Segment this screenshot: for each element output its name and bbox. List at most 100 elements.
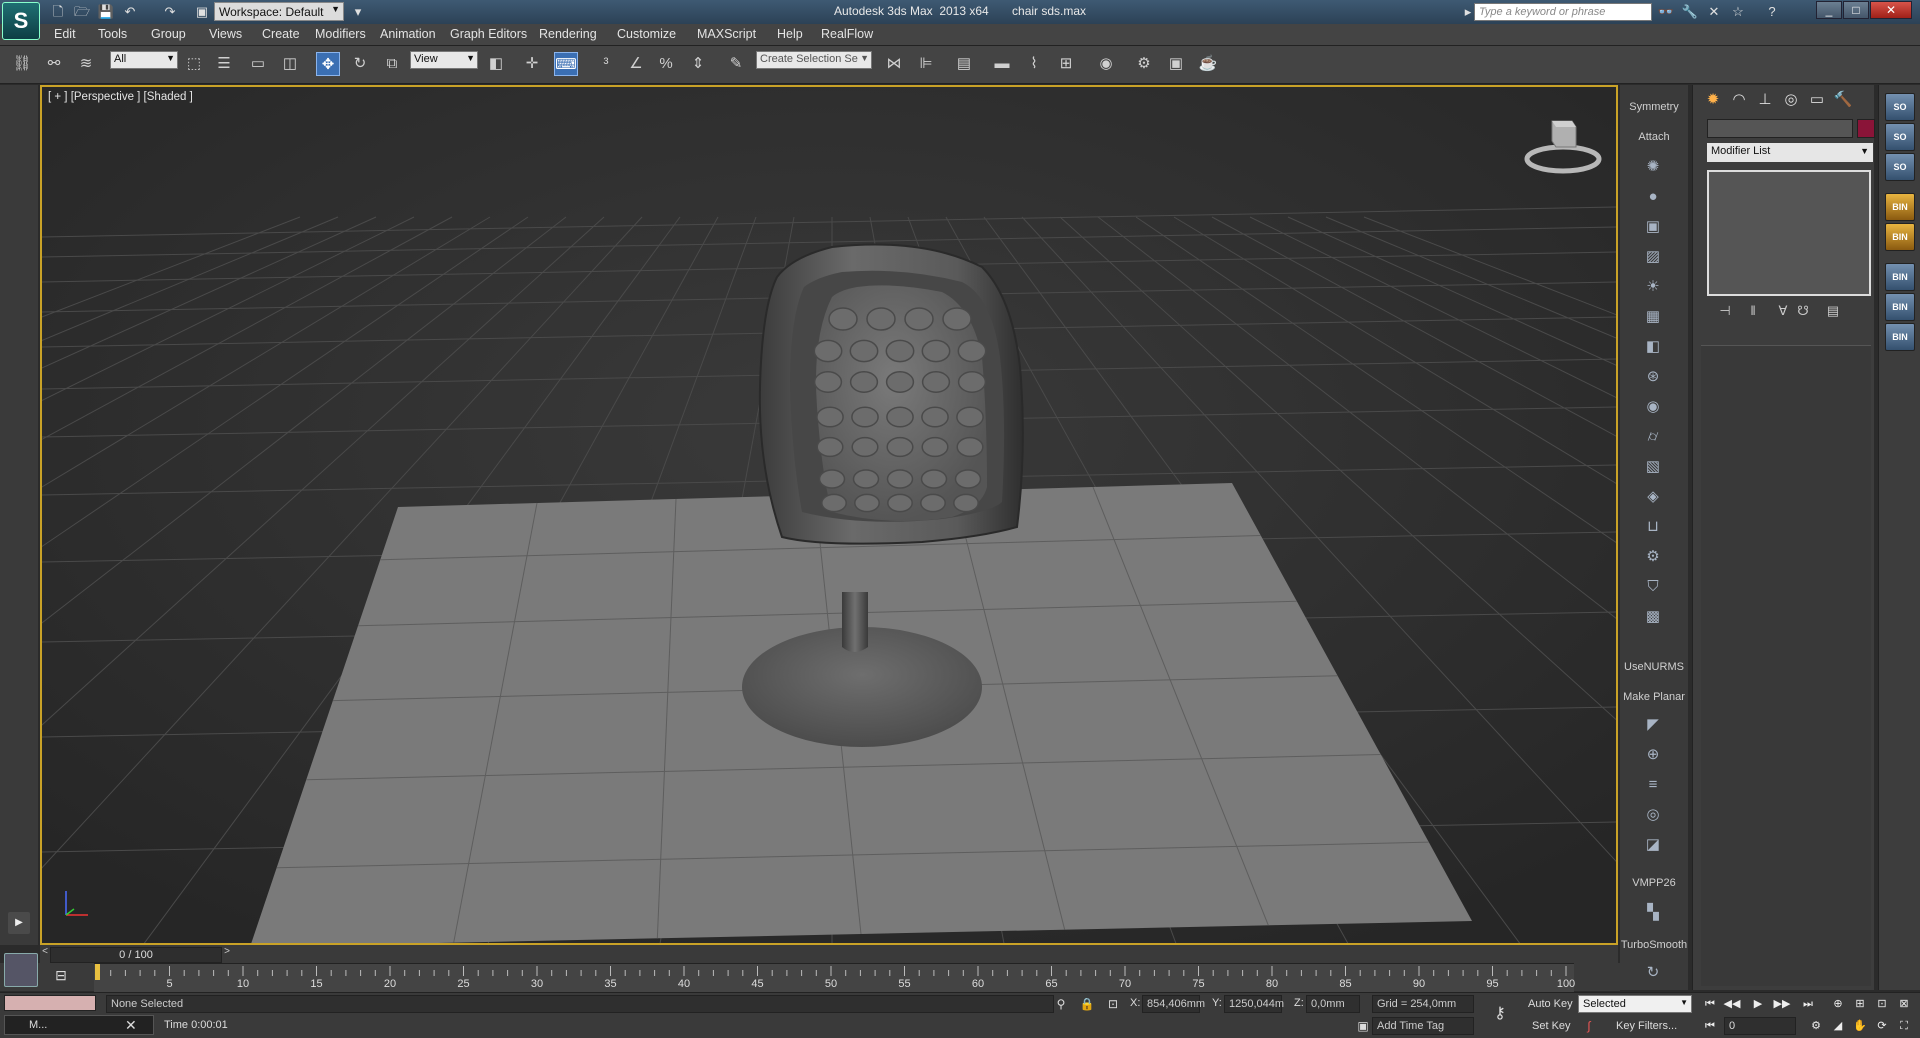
previous-frame-icon[interactable]: ◀◀ bbox=[1722, 995, 1742, 1013]
cube-icon[interactable]: ◧ bbox=[1642, 337, 1664, 357]
render-production-icon[interactable]: ☕ bbox=[1196, 52, 1220, 76]
make-planar-button[interactable]: Make Planar bbox=[1620, 691, 1688, 703]
maximize-viewport-icon[interactable]: ⛶ bbox=[1894, 1017, 1914, 1035]
object-name-field[interactable] bbox=[1707, 119, 1853, 138]
favorites-star-icon[interactable]: ☆ bbox=[1728, 3, 1748, 21]
light-bulb-icon[interactable]: ☀ bbox=[1642, 277, 1664, 297]
x-coordinate-field[interactable]: 854,406mm bbox=[1142, 995, 1205, 1013]
time-slider[interactable]: < 0 / 100 > bbox=[40, 945, 1618, 963]
shapes-icon[interactable]: ◈ bbox=[1642, 487, 1664, 507]
key-mode-dropdown[interactable]: Selected ▼ bbox=[1578, 995, 1692, 1013]
configure-modifier-sets-icon[interactable]: ▤ bbox=[1823, 303, 1843, 321]
menu-customize[interactable]: Customize bbox=[617, 27, 676, 41]
globe-icon[interactable]: ⊕ bbox=[1642, 745, 1664, 765]
track-timeline[interactable]: 5 10 15 20 25 30 35 40 45 50 55 60 65 70 75 80 85 90 95 100 bbox=[94, 963, 1575, 992]
object-color-swatch[interactable] bbox=[1857, 119, 1875, 138]
play-icon[interactable]: ▶ bbox=[1748, 995, 1768, 1013]
time-tag-icon[interactable]: ▣ bbox=[1354, 1017, 1372, 1035]
sphere-outline-icon[interactable]: ◎ bbox=[1642, 805, 1664, 825]
workspace-dropdown[interactable]: Workspace: Default ▼ bbox=[214, 2, 344, 21]
keyboard-shortcut-override-icon[interactable]: ⌨ bbox=[554, 52, 578, 76]
add-time-tag-button[interactable]: Add Time Tag bbox=[1372, 1017, 1474, 1035]
motion-tab-icon[interactable]: ◎ bbox=[1779, 89, 1803, 111]
curve-editor-icon[interactable]: ⌇ bbox=[1022, 52, 1046, 76]
goto-end-icon[interactable]: ⏭ bbox=[1798, 995, 1818, 1013]
set-key-curve-icon[interactable]: ∫ bbox=[1580, 1017, 1598, 1035]
communication-icon[interactable]: ✕ bbox=[1704, 3, 1724, 21]
field-of-view-icon[interactable]: ◢ bbox=[1828, 1017, 1848, 1035]
vmpp26-button[interactable]: VMPP26 bbox=[1620, 877, 1688, 889]
select-move-icon[interactable]: ✥ bbox=[316, 52, 340, 76]
script-icon-1[interactable]: SO bbox=[1885, 93, 1915, 121]
material-editor-icon[interactable]: ◉ bbox=[1094, 52, 1118, 76]
app-logo-button[interactable]: S bbox=[2, 2, 40, 40]
time-slider-thumb[interactable]: 0 / 100 bbox=[50, 947, 222, 963]
render-setup-icon[interactable]: ⚙ bbox=[1132, 52, 1156, 76]
z-coordinate-field[interactable]: 0,0mm bbox=[1306, 995, 1360, 1013]
viewport-expand-button[interactable]: ▶ bbox=[8, 912, 30, 934]
reference-coord-dropdown[interactable]: View ▼ bbox=[410, 51, 478, 69]
current-frame-field[interactable]: 0 bbox=[1724, 1017, 1796, 1035]
select-scale-icon[interactable]: ⧉ bbox=[380, 52, 404, 76]
window-crossing-icon[interactable]: ◫ bbox=[278, 52, 302, 76]
gear-icon[interactable]: ⚙ bbox=[1642, 547, 1664, 567]
mirror-icon[interactable]: ⋈ bbox=[882, 52, 906, 76]
select-rotate-icon[interactable]: ↻ bbox=[348, 52, 372, 76]
current-frame-marker[interactable] bbox=[95, 964, 100, 980]
select-manipulate-icon[interactable]: ✛ bbox=[520, 52, 544, 76]
maximize-button[interactable]: □ bbox=[1843, 1, 1869, 19]
menu-animation[interactable]: Animation bbox=[380, 27, 436, 41]
modify-tab-icon[interactable]: ◠ bbox=[1727, 89, 1751, 111]
symmetry-button[interactable]: Symmetry bbox=[1620, 101, 1688, 113]
script-icon-3[interactable]: SO bbox=[1885, 153, 1915, 181]
grid-plane-icon[interactable]: ▦ bbox=[1642, 307, 1664, 327]
bin-icon-5[interactable]: BIN bbox=[1885, 323, 1915, 351]
pin-stack-icon[interactable]: ⊣ bbox=[1715, 303, 1735, 321]
viewport-label[interactable]: [ + ] [Perspective ] [Shaded ] bbox=[48, 91, 193, 103]
mini-curve-editor-button[interactable] bbox=[4, 953, 38, 987]
utilities-tab-icon[interactable]: 🔨 bbox=[1831, 89, 1855, 111]
time-slider-next-icon[interactable]: > bbox=[222, 946, 232, 962]
close-icon[interactable]: ✕ bbox=[125, 1017, 137, 1034]
selection-lock-icon[interactable]: 🔒 bbox=[1078, 995, 1096, 1013]
save-file-icon[interactable]: 💾 bbox=[96, 3, 116, 21]
script-icon-2[interactable]: SO bbox=[1885, 123, 1915, 151]
turbosmooth-button[interactable]: TurboSmooth bbox=[1620, 939, 1688, 951]
menu-maxscript[interactable]: MAXScript bbox=[697, 27, 756, 41]
cylinder-icon[interactable]: ⌭ bbox=[1642, 427, 1664, 447]
maxscript-listener-mini[interactable] bbox=[4, 995, 96, 1011]
menu-tools[interactable]: Tools bbox=[98, 27, 127, 41]
menu-views[interactable]: Views bbox=[209, 27, 242, 41]
edit-named-selection-icon[interactable]: ✎ bbox=[724, 52, 748, 76]
orbit-icon[interactable]: ⟳ bbox=[1872, 1017, 1892, 1035]
layer-manager-icon[interactable]: ▤ bbox=[952, 52, 976, 76]
key-mode-toggle-icon[interactable]: ⏮ bbox=[1700, 1017, 1720, 1035]
checker-icon[interactable]: ▚ bbox=[1642, 903, 1664, 923]
shield-icon[interactable]: ⛉ bbox=[1642, 577, 1664, 597]
selection-filter-dropdown[interactable]: All ▼ bbox=[110, 51, 178, 69]
qa-customize-icon[interactable]: ▾ bbox=[348, 3, 368, 21]
plane-fold-icon[interactable]: ◤ bbox=[1642, 715, 1664, 735]
isolate-selection-icon[interactable]: ⚲ bbox=[1052, 995, 1070, 1013]
set-key-button[interactable]: Set Key bbox=[1532, 1020, 1571, 1032]
named-selection-dropdown[interactable]: Create Selection Se ▼ bbox=[756, 51, 872, 69]
zoom-extents-all-icon[interactable]: ⊠ bbox=[1894, 995, 1914, 1013]
redo-icon[interactable]: ↷ bbox=[160, 3, 180, 21]
viewcube-widget[interactable] bbox=[1524, 113, 1602, 175]
pivot-center-icon[interactable]: ◧ bbox=[484, 52, 508, 76]
menu-realflow[interactable]: RealFlow bbox=[821, 27, 873, 41]
show-end-result-icon[interactable]: ‖ bbox=[1743, 303, 1763, 321]
y-coordinate-field[interactable]: 1250,044m bbox=[1224, 995, 1284, 1013]
zoom-extents-icon[interactable]: ⊡ bbox=[1872, 995, 1892, 1013]
new-file-icon[interactable]: 🗋 bbox=[48, 3, 68, 21]
align-icon[interactable]: ⊫ bbox=[914, 52, 938, 76]
menu-rendering[interactable]: Rendering bbox=[539, 27, 597, 41]
rendered-frame-window-icon[interactable]: ▣ bbox=[1164, 52, 1188, 76]
binoculars-icon[interactable]: 👓 bbox=[1656, 3, 1676, 21]
minimize-button[interactable]: _ bbox=[1816, 1, 1842, 19]
rectangular-selection-icon[interactable]: ▭ bbox=[246, 52, 270, 76]
menu-help[interactable]: Help bbox=[777, 27, 803, 41]
spinner-snap-icon[interactable]: ⇕ bbox=[686, 52, 710, 76]
key-filters-button[interactable]: Key Filters... bbox=[1616, 1020, 1677, 1032]
refresh-icon[interactable]: ↻ bbox=[1642, 963, 1664, 983]
